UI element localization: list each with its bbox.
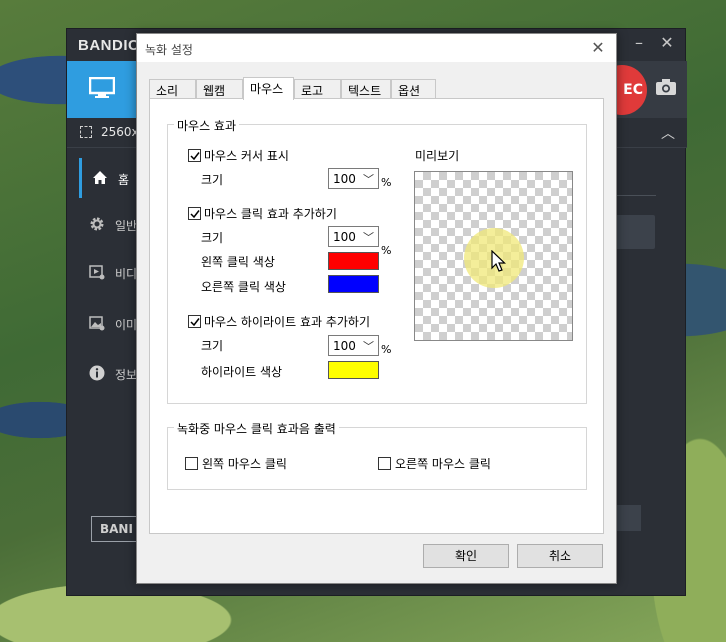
sidebar-item-video[interactable]: 비디 [79,252,139,292]
left-click-color-swatch[interactable] [328,252,379,270]
right-click-sound-label: 오른쪽 마우스 클릭 [395,457,491,471]
highlight-size-select[interactable]: 100 ﹀ [328,335,379,356]
preview-canvas [414,171,573,341]
cursor-size-label: 크기 [201,173,224,187]
left-click-sound-label: 왼쪽 마우스 클릭 [202,457,287,471]
home-icon [93,171,107,184]
resolution-text: 2560x [101,125,139,139]
chevron-down-icon: ﹀ [363,173,374,186]
chevron-down-icon: ﹀ [363,231,374,244]
click-size-select[interactable]: 100 ﹀ [328,226,379,247]
highlight-effect-checkbox[interactable] [188,315,201,328]
preview-label: 미리보기 [415,149,460,163]
select-area-icon [80,126,92,138]
close-icon[interactable]: ✕ [588,38,608,57]
sidebar-item-info[interactable]: 정보 [79,353,139,393]
tab-mouse[interactable]: 마우스 [243,77,294,100]
tab-logo[interactable]: 로고 [294,79,341,99]
check-icon [190,152,200,161]
camera-icon [656,79,676,95]
chevron-up-icon[interactable]: ︿ [661,123,675,143]
bandicam-logo: BANDIC [78,37,140,54]
recording-settings-dialog: 녹화 설정 ✕ 소리 웹캠 마우스 로고 텍스트 옵션 마우스 효과 마우스 커… [136,33,617,584]
cancel-button[interactable]: 취소 [517,544,603,568]
click-effect-checkbox[interactable] [188,207,201,220]
tab-options[interactable]: 옵션 [391,79,436,99]
right-click-color-swatch[interactable] [328,275,379,293]
tab-sound[interactable]: 소리 [149,79,196,99]
right-click-sound-checkbox[interactable] [378,457,391,470]
percent-label: % [381,176,392,189]
group-title: 마우스 효과 [174,117,240,134]
webcam-toggle-button[interactable] [615,215,655,249]
right-click-color-label: 오른쪽 클릭 색상 [201,280,286,294]
mouse-tab-panel: 마우스 효과 마우스 커서 표시 크기 100 ﹀ % 마우스 클릭 효과 추가… [149,98,604,534]
tab-webcam[interactable]: 웹캠 [196,79,243,99]
divider [612,195,656,196]
percent-label: % [381,244,392,257]
click-size-label: 크기 [201,231,224,245]
click-effect-label: 마우스 클릭 효과 추가하기 [204,207,337,221]
close-icon[interactable]: ✕ [657,33,677,52]
sidebar-item-image[interactable]: 이미 [79,303,139,343]
mouse-cursor-icon [491,250,506,272]
check-icon [190,210,200,219]
check-icon [190,318,200,327]
dialog-title: 녹화 설정 [145,43,193,57]
highlight-size-label: 크기 [201,339,224,353]
minimize-icon[interactable]: – [629,33,649,52]
highlight-effect-label: 마우스 하이라이트 효과 추가하기 [204,315,371,329]
highlight-color-label: 하이라이트 색상 [201,365,283,379]
chevron-down-icon: ﹀ [363,340,374,353]
group-title: 녹화중 마우스 클릭 효과음 출력 [174,420,339,437]
video-settings-icon [89,265,105,280]
monitor-icon [89,77,115,98]
sidebar-item-home[interactable]: 홈 [79,158,139,198]
show-cursor-label: 마우스 커서 표시 [204,149,289,163]
info-icon [89,365,105,381]
percent-label: % [381,343,392,356]
screenshot-button[interactable] [655,78,677,99]
left-click-color-label: 왼쪽 클릭 색상 [201,255,275,269]
cursor-size-select[interactable]: 100 ﹀ [328,168,379,189]
sidebar-item-general[interactable]: 일반 [79,204,139,244]
highlight-color-swatch[interactable] [328,361,379,379]
image-settings-icon [89,316,105,331]
tab-text[interactable]: 텍스트 [341,79,391,99]
dialog-titlebar: 녹화 설정 ✕ [137,34,616,62]
panel-button[interactable] [615,505,641,531]
show-cursor-checkbox[interactable] [188,149,201,162]
gear-icon [90,217,104,231]
ok-button[interactable]: 확인 [423,544,509,568]
left-click-sound-checkbox[interactable] [185,457,198,470]
click-sound-group: 녹화중 마우스 클릭 효과음 출력 왼쪽 마우스 클릭 오른쪽 마우스 클릭 [167,420,587,490]
mouse-effects-group: 마우스 효과 마우스 커서 표시 크기 100 ﹀ % 마우스 클릭 효과 추가… [167,117,587,404]
screen-mode-tab[interactable] [67,61,137,118]
